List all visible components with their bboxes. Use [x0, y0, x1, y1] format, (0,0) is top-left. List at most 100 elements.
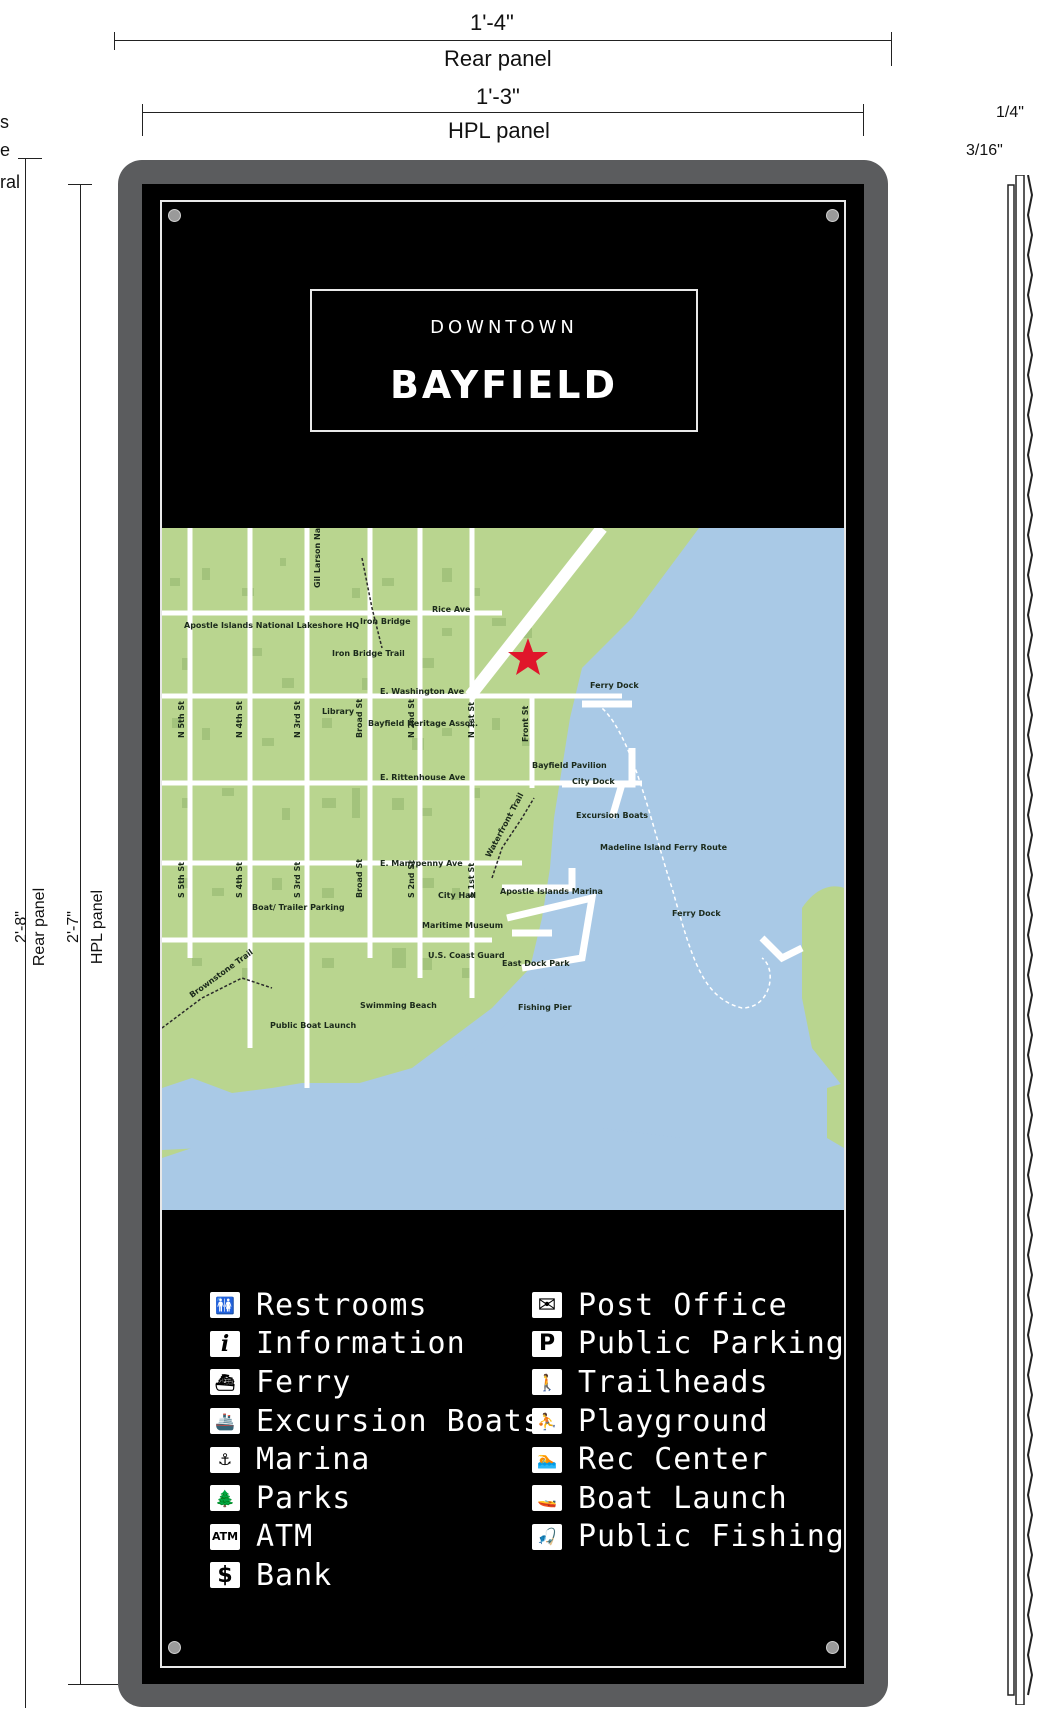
ferry-icon: ⛴ — [210, 1369, 240, 1396]
marina-icon: ⚓ — [210, 1446, 240, 1473]
rear-height-value: 2'-8" — [13, 911, 30, 943]
parking-icon: P — [532, 1330, 562, 1357]
label-ferry-dock: Ferry Dock — [590, 681, 639, 690]
hpl-height-tick-bottom — [68, 1684, 118, 1685]
label-maritime: Maritime Museum — [422, 921, 503, 930]
label-city-hall: City Hall — [438, 891, 476, 900]
legend-left: 🚻 Restrooms i Information ⛴ Ferry 🚢 Excursio… — [210, 1286, 542, 1595]
label-east-dock: East Dock Park — [502, 959, 570, 968]
rear-width-label: Rear panel — [444, 46, 552, 71]
label-broad-s: Broad St — [355, 859, 364, 898]
side-quarter-label: 1/4" — [996, 104, 1024, 121]
cut-text-3: ral — [0, 172, 21, 192]
side-3-16-label: 3/16" — [966, 142, 1003, 159]
playground-icon: ⛹ — [532, 1408, 562, 1435]
label-heritage: Bayfield Heritage Assoc. — [368, 719, 478, 728]
label-rittenhouse: E. Rittenhouse Ave — [380, 773, 466, 782]
label-n2: N 2nd St — [407, 699, 416, 738]
label-s3: S 3rd St — [293, 862, 302, 898]
label-coast-guard: U.S. Coast Guard — [428, 951, 505, 960]
legend-label: Bank — [256, 1557, 333, 1593]
restrooms-icon: 🚻 — [210, 1292, 240, 1319]
legend-label: Post Office — [578, 1287, 788, 1323]
legend-label: Rec Center — [578, 1442, 769, 1478]
label-e-washington: E. Washington Ave — [380, 687, 465, 696]
legend-item-atm: ATM ATM — [210, 1518, 542, 1557]
legend-label: Restrooms — [256, 1287, 428, 1323]
hpl-width-value: 1'-3" — [476, 84, 520, 109]
label-rice-ave: Rice Ave — [432, 605, 471, 614]
legend-item-rec-center: 🏊 Rec Center — [532, 1440, 845, 1479]
hpl-width-dim-line — [142, 112, 864, 113]
legend-label: Information — [256, 1326, 466, 1362]
label-gil-larson: Gil Larson Nature Trail — [313, 528, 322, 588]
label-manypenny: E. Manypenny Ave — [380, 859, 463, 868]
rear-width-dim-line — [114, 40, 892, 41]
bank-icon: $ — [210, 1562, 240, 1589]
legend-item-bank: $ Bank — [210, 1556, 542, 1595]
label-n5: N 5th St — [177, 701, 186, 738]
legend-item-playground: ⛹ Playground — [532, 1402, 845, 1441]
screw-bottom-left — [168, 1641, 181, 1654]
label-front: Front St — [521, 706, 530, 742]
legend-label: Excursion Boats — [256, 1403, 542, 1439]
excursion-boats-icon: 🚢 — [210, 1408, 240, 1435]
label-apostle-marina: Apostle Islands Marina — [500, 887, 603, 896]
cut-text-2: e — [0, 140, 11, 160]
legend-item-restrooms: 🚻 Restrooms — [210, 1286, 542, 1325]
legend-item-boat-launch: 🚤 Boat Launch — [532, 1479, 845, 1518]
label-n3: N 3rd St — [293, 701, 302, 738]
rear-height-label: Rear panel — [31, 887, 48, 967]
label-n1: N 1st St — [467, 702, 476, 738]
hpl-height-tick-top — [68, 184, 92, 185]
fishing-icon: 🎣 — [532, 1523, 562, 1550]
label-iron-bridge-trail: Iron Bridge Trail — [332, 649, 405, 658]
post-office-icon: ✉ — [532, 1292, 562, 1319]
title-bayfield: BAYFIELD — [389, 363, 619, 407]
atm-icon: ATM — [210, 1523, 240, 1550]
label-n4: N 4th St — [235, 701, 244, 738]
legend-label: Parks — [256, 1480, 352, 1516]
label-iron-bridge: Iron Bridge — [360, 617, 411, 626]
boat-launch-icon: 🚤 — [532, 1485, 562, 1512]
legend-label: Marina — [256, 1442, 371, 1478]
information-icon: i — [210, 1330, 240, 1357]
label-swimming: Swimming Beach — [360, 1001, 437, 1010]
legend-label: Public Parking — [578, 1326, 845, 1362]
legend-label: Trailheads — [578, 1364, 769, 1400]
label-s4: S 4th St — [235, 862, 244, 898]
title-downtown: DOWNTOWN — [430, 317, 578, 338]
hpl-width-tick-left — [142, 104, 143, 136]
legend-label: Playground — [578, 1403, 769, 1439]
title-box: DOWNTOWN BAYFIELD — [310, 289, 698, 432]
label-excursion: Excursion Boats — [576, 811, 648, 820]
map-island-fragment — [827, 1083, 844, 1148]
label-public-boat: Public Boat Launch — [270, 1021, 357, 1030]
screw-top-left — [168, 209, 181, 222]
hpl-height-value: 2'-7" — [65, 911, 82, 943]
screw-top-right — [826, 209, 839, 222]
legend-item-information: i Information — [210, 1325, 542, 1364]
hpl-width-tick-right — [863, 104, 864, 136]
cut-text-1: s — [0, 112, 9, 132]
rear-width-value: 1'-4" — [470, 10, 514, 35]
label-city-dock: City Dock — [572, 777, 615, 786]
label-madeline: Madeline Island Ferry Route — [600, 843, 728, 852]
legend-label: Ferry — [256, 1364, 352, 1400]
legend-label: Boat Launch — [578, 1480, 788, 1516]
legend-item-public-parking: P Public Parking — [532, 1325, 845, 1364]
label-library: Library — [322, 707, 355, 716]
label-ferry-dock-right: Ferry Dock — [672, 909, 721, 918]
rear-height-tick-top — [18, 158, 42, 159]
label-boat-trailer: Boat/ Trailer Parking — [252, 903, 345, 912]
rec-center-icon: 🏊 — [532, 1446, 562, 1473]
legend-item-marina: ⚓ Marina — [210, 1440, 542, 1479]
rear-width-tick-left — [114, 32, 115, 50]
legend-item-public-fishing: 🎣 Public Fishing — [532, 1518, 845, 1557]
screw-bottom-right — [826, 1641, 839, 1654]
label-s2: S 2nd St — [407, 860, 416, 898]
hpl-width-label: HPL panel — [448, 118, 550, 143]
label-apostle-hq: Apostle Islands National Lakeshore HQ — [184, 621, 359, 630]
label-s5: S 5th St — [177, 862, 186, 898]
label-fishing-pier: Fishing Pier — [518, 1003, 572, 1012]
